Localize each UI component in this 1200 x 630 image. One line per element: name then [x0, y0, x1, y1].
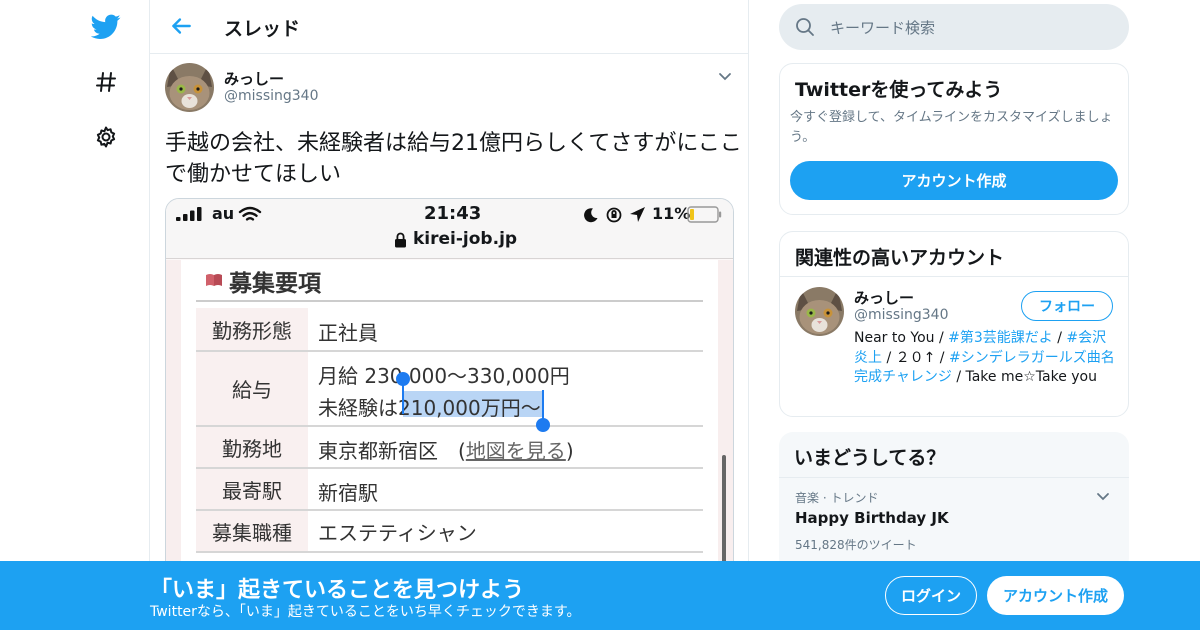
- tweet-media-image[interactable]: au 21:43 11% kirei-job.jp 募集要項 勤務形態 正社員 …: [165, 198, 734, 578]
- table-row: 最寄駅 新宿駅: [196, 469, 703, 511]
- twitter-bird-icon[interactable]: [88, 9, 124, 45]
- job-details-sheet: 募集要項 勤務形態 正社員 給与 月給 230,000〜330,000円 未経験…: [181, 260, 718, 577]
- section-divider: [196, 300, 703, 302]
- location-arrow-icon: [629, 206, 646, 223]
- table-row-salary: 給与 月給 230,000〜330,000円 未経験は210,000万円〜: [196, 352, 703, 432]
- trend-name[interactable]: Happy Birthday JK: [795, 509, 949, 527]
- search-box[interactable]: キーワード検索: [779, 4, 1129, 50]
- battery-percent: 11%: [652, 204, 691, 223]
- related-account-bio: Near to You / #第3芸能課だよ / #会沢炎上 / ２０↑ / #…: [854, 329, 1116, 388]
- battery-icon: [687, 206, 723, 223]
- salary-line-2-prefix: 未経験は: [318, 396, 398, 420]
- hashtag-icon[interactable]: [88, 64, 124, 100]
- banner-subtitle: Twitterなら、「いま」起きていることをいち早くチェックできます。: [150, 604, 581, 620]
- phone-status-bar: au 21:43 11% kirei-job.jp: [166, 199, 733, 259]
- row-label: 勤務形態: [196, 308, 308, 350]
- trend-tweet-count: 541,828件のツイート: [795, 538, 917, 552]
- signup-card-description: 今すぐ登録して、タイムラインをカスタマイズしましょう。: [790, 110, 1113, 145]
- moon-icon: [583, 207, 599, 223]
- bio-text: Near to You /: [854, 330, 949, 346]
- trends-card: いまどうしてる？ 音楽 · トレンド Happy Birthday JK 541…: [779, 432, 1129, 572]
- related-accounts-card: 関連性の高いアカウント みっしー @missing340 フォロー Near t…: [779, 231, 1129, 417]
- table-row: 勤務地 東京都新宿区 (地図を見る): [196, 427, 703, 469]
- create-account-button[interactable]: アカウント作成: [790, 161, 1118, 200]
- page-title: スレッド: [224, 18, 301, 40]
- row-value: 東京都新宿区 (地図を見る): [318, 435, 574, 464]
- divider: [780, 276, 1128, 277]
- trends-title: いまどうしてる？: [794, 447, 946, 469]
- salary-line-2[interactable]: 未経験は210,000万円〜: [318, 392, 541, 421]
- selected-salary-text[interactable]: 210,000万円〜: [398, 396, 541, 420]
- related-account-name[interactable]: みっしー: [854, 287, 914, 308]
- login-button[interactable]: ログイン: [885, 576, 977, 615]
- bio-text: / ２０↑ /: [882, 349, 949, 366]
- wifi-icon: [238, 206, 262, 223]
- gear-icon[interactable]: [88, 119, 124, 155]
- url-label: kirei-job.jp: [413, 229, 518, 249]
- row-label: 最寄駅: [196, 469, 308, 509]
- back-arrow-icon[interactable]: [168, 13, 194, 39]
- location-text: 東京都新宿区 (: [318, 439, 466, 463]
- row-label: 給与: [196, 352, 308, 425]
- divider: [779, 477, 1129, 478]
- tweet-text: 手越の会社、未経験者は給与21億円らしくてさすがにここで働かせてほしい: [165, 131, 742, 187]
- related-accounts-title: 関連性の高いアカウント: [795, 247, 1005, 269]
- table-row: 勤務形態 正社員: [196, 308, 703, 352]
- follow-button[interactable]: フォロー: [1021, 291, 1113, 321]
- row-value: エステティシャン: [318, 521, 477, 545]
- related-account-handle[interactable]: @missing340: [854, 307, 949, 323]
- book-icon: [205, 273, 223, 287]
- author-avatar[interactable]: [165, 63, 214, 112]
- section-title: 募集要項: [229, 271, 321, 297]
- author-name[interactable]: みっしー: [224, 68, 284, 89]
- scrollbar[interactable]: [722, 455, 726, 577]
- banner-title: 「いま」起きていることを見つけよう: [150, 578, 525, 603]
- signal-bars-icon: [176, 207, 204, 221]
- table-row: 募集職種 エステティシャン: [196, 511, 703, 553]
- lock-icon: [394, 232, 407, 248]
- clock-label: 21:43: [424, 203, 482, 224]
- related-account-avatar[interactable]: [795, 287, 844, 336]
- hashtag-link[interactable]: #第3芸能課だよ: [948, 330, 1053, 346]
- selection-start-handle[interactable]: [396, 372, 410, 386]
- row-value: 新宿駅: [318, 481, 378, 505]
- carrier-label: au: [212, 204, 235, 223]
- web-page-content: 募集要項 勤務形態 正社員 給与 月給 230,000〜330,000円 未経験…: [166, 260, 733, 577]
- trend-context: 音楽 · トレンド: [795, 491, 879, 505]
- thread-column: スレッド みっしー @missing340 手越の会社、未経験者は給与21億円ら…: [149, 0, 749, 630]
- search-input[interactable]: キーワード検索: [830, 17, 935, 38]
- rotation-lock-icon: [606, 207, 622, 223]
- signup-card-title: Twitterを使ってみよう: [795, 79, 1003, 101]
- row-label: 勤務地: [196, 427, 308, 467]
- location-suffix: ): [565, 439, 574, 463]
- map-link[interactable]: 地図を見る: [466, 439, 566, 463]
- row-value: 正社員: [318, 321, 378, 345]
- row-label: 募集職種: [196, 511, 308, 551]
- bio-text: / Take me☆Take you: [951, 369, 1097, 385]
- salary-line-1: 月給 230,000〜330,000円: [318, 364, 570, 388]
- signup-banner: 「いま」起きていることを見つけよう Twitterなら、「いま」起きていることを…: [0, 561, 1200, 630]
- thread-header: スレッド: [150, 0, 748, 54]
- signup-card: Twitterを使ってみよう 今すぐ登録して、タイムラインをカスタマイズしましょ…: [779, 63, 1129, 215]
- signup-button[interactable]: アカウント作成: [987, 576, 1124, 615]
- chevron-down-icon[interactable]: [716, 68, 734, 86]
- chevron-down-icon[interactable]: [1095, 489, 1111, 505]
- bio-text: /: [1052, 330, 1067, 346]
- search-icon: [795, 17, 815, 37]
- author-handle[interactable]: @missing340: [224, 88, 319, 104]
